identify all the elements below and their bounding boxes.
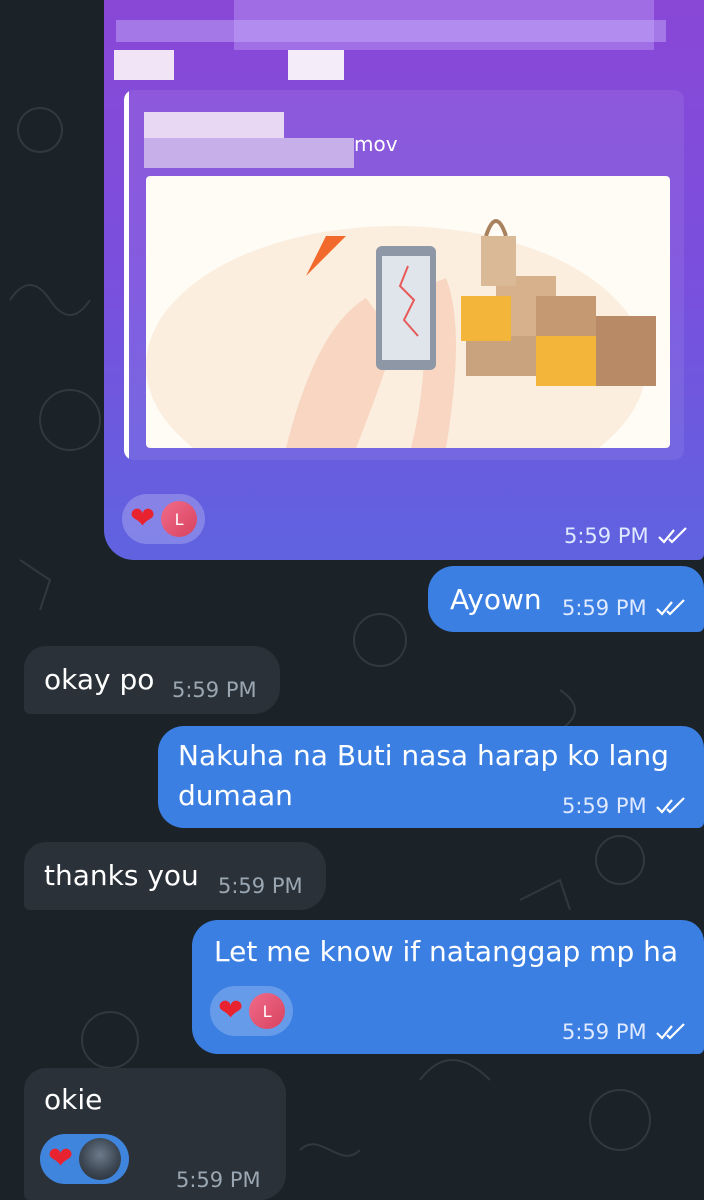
message-text: Nakuha na Buti nasa harap ko lang (178, 739, 669, 772)
incoming-message[interactable]: okie ❤ 5:59 PM (24, 1068, 286, 1200)
message-text-line2: dumaan (178, 779, 293, 812)
message-text: Ayown (450, 583, 542, 616)
message-reactions[interactable]: ❤ L (210, 986, 294, 1036)
preview-image (146, 176, 670, 448)
message-time: 5:59 PM (562, 596, 689, 620)
incoming-message[interactable]: okay po 5:59 PM (24, 646, 280, 714)
preview-title: mov (354, 132, 398, 156)
message-time: 5:59 PM (176, 1168, 261, 1192)
delivery-illustration (146, 219, 656, 448)
redacted-block (116, 20, 666, 42)
read-checkmarks-icon (655, 1023, 685, 1040)
read-checkmarks-icon (657, 527, 687, 544)
message-time: 5:59 PM (562, 794, 689, 818)
heart-reaction-icon: ❤ (130, 501, 156, 536)
message-time: 5:59 PM (218, 874, 303, 898)
read-checkmarks-icon (655, 599, 685, 616)
outgoing-message[interactable]: Nakuha na Buti nasa harap ko lang dumaan… (158, 726, 704, 828)
message-text: thanks you (44, 859, 199, 892)
outgoing-message[interactable]: Let me know if natanggap mp ha ❤ L 5:59 … (192, 920, 704, 1054)
message-time: 5:59 PM (172, 678, 257, 702)
reactor-avatar: L (249, 993, 286, 1029)
message-reactions[interactable]: ❤ L (122, 494, 206, 544)
message-text: okay po (44, 663, 155, 696)
redacted-block (144, 138, 354, 168)
reactor-avatar (79, 1138, 122, 1180)
message-time: 5:59 PM (564, 524, 691, 548)
message-text: Let me know if natanggap mp ha (214, 935, 679, 968)
heart-reaction-icon: ❤ (48, 1141, 74, 1176)
incoming-message[interactable]: thanks you 5:59 PM (24, 842, 326, 910)
preview-accent-bar (124, 90, 129, 460)
media-message-bubble[interactable]: mov ❤ L 5:59 PM (104, 0, 704, 560)
message-time: 5:59 PM (562, 1020, 689, 1044)
link-preview[interactable]: mov (124, 90, 684, 460)
message-reactions[interactable]: ❤ (40, 1134, 130, 1184)
redacted-block (144, 112, 284, 138)
read-checkmarks-icon (655, 797, 685, 814)
outgoing-message[interactable]: Ayown 5:59 PM (428, 566, 704, 632)
heart-reaction-icon: ❤ (218, 993, 244, 1028)
reactor-avatar: L (161, 501, 198, 537)
redacted-block (114, 50, 174, 80)
redacted-block (288, 50, 344, 80)
message-text: okie (44, 1083, 103, 1116)
